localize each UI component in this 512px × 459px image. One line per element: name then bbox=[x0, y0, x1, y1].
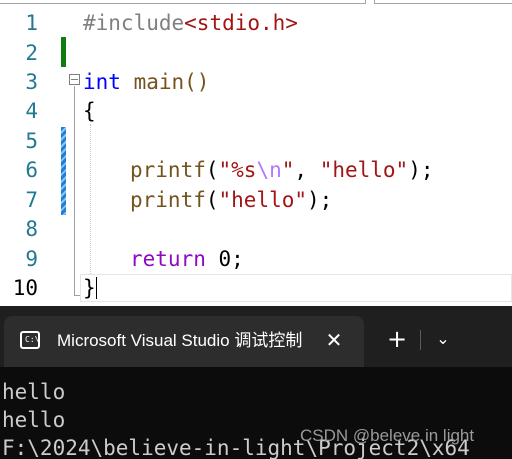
output-line: hello bbox=[2, 380, 66, 404]
type-keyword: int bbox=[83, 70, 121, 94]
code-line-3[interactable]: int main() bbox=[83, 67, 209, 97]
new-tab-button[interactable]: + bbox=[384, 326, 410, 352]
line-number: 6 bbox=[25, 158, 38, 182]
tab-separator bbox=[420, 330, 421, 350]
line-number-active: 10 bbox=[12, 276, 38, 300]
code-line-10[interactable]: } bbox=[83, 273, 96, 303]
current-line-highlight bbox=[80, 274, 512, 302]
string-literal: "hello" bbox=[218, 188, 308, 212]
paren-close: ); bbox=[408, 158, 434, 182]
line-number: 5 bbox=[25, 129, 38, 153]
code-line-9[interactable]: return 0; bbox=[130, 244, 244, 274]
fold-guide bbox=[74, 86, 75, 296]
console-icon-label: C:\ bbox=[25, 335, 40, 344]
open-brace: { bbox=[83, 99, 96, 123]
tab-title: Microsoft Visual Studio 调试控制台 bbox=[57, 331, 304, 350]
code-editor[interactable]: 1 2 3 4 5 6 7 8 9 10 #include<stdio.h> i… bbox=[0, 0, 512, 306]
include-header: <stdio.h> bbox=[184, 11, 298, 35]
terminal-tab[interactable]: C:\ Microsoft Visual Studio 调试控制台 ✕ bbox=[4, 316, 364, 367]
paren-open: ( bbox=[205, 158, 219, 182]
code-line-6[interactable]: printf("%s\n", "hello"); bbox=[130, 155, 434, 185]
string-literal-end: " bbox=[281, 158, 295, 182]
line-number: 7 bbox=[25, 188, 38, 212]
output-line: hello bbox=[2, 408, 66, 432]
line-number: 3 bbox=[25, 70, 38, 94]
preprocessor-directive: #include bbox=[83, 11, 185, 35]
close-brace: } bbox=[83, 276, 96, 300]
string-literal: "hello" bbox=[319, 158, 409, 182]
editor-top-border bbox=[0, 0, 512, 6]
line-number: 1 bbox=[25, 11, 38, 35]
code-line-1[interactable]: #include<stdio.h> bbox=[83, 8, 298, 38]
function-name: main() bbox=[120, 70, 210, 94]
indent-guide bbox=[90, 124, 91, 274]
terminal-window[interactable]: C:\ Microsoft Visual Studio 调试控制台 ✕ + ⌄ … bbox=[0, 306, 512, 459]
change-marker-unsaved bbox=[61, 127, 66, 215]
code-line-4[interactable]: { bbox=[83, 96, 96, 126]
function-call: printf bbox=[130, 158, 206, 182]
line-number: 4 bbox=[25, 99, 38, 123]
return-keyword: return bbox=[130, 247, 206, 271]
return-value: 0; bbox=[205, 247, 244, 271]
paren-close: ); bbox=[307, 188, 333, 212]
terminal-tab-bar: C:\ Microsoft Visual Studio 调试控制台 ✕ + ⌄ bbox=[0, 306, 512, 367]
watermark: CSDN @beleve in light bbox=[300, 426, 475, 445]
arg-separator: , bbox=[294, 158, 320, 182]
change-marker-saved bbox=[61, 37, 66, 67]
code-line-7[interactable]: printf("hello"); bbox=[130, 185, 332, 215]
collapse-toggle-icon[interactable] bbox=[69, 74, 80, 85]
paren-open: ( bbox=[205, 188, 219, 212]
escape-sequence: \n bbox=[256, 158, 282, 182]
line-number: 2 bbox=[25, 41, 38, 65]
line-number: 9 bbox=[25, 247, 38, 271]
function-call: printf bbox=[130, 188, 206, 212]
line-number: 8 bbox=[25, 217, 38, 241]
text-cursor bbox=[96, 277, 97, 299]
string-literal: "%s bbox=[218, 158, 257, 182]
console-icon: C:\ bbox=[20, 331, 40, 349]
close-tab-icon[interactable]: ✕ bbox=[322, 328, 346, 352]
chevron-down-icon[interactable]: ⌄ bbox=[432, 328, 454, 350]
